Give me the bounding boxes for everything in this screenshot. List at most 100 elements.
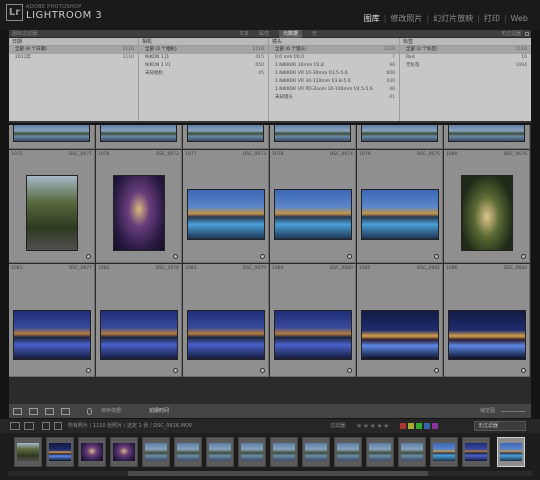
metadata-row[interactable]: 全部 (8 个日期) 1110 — [9, 46, 138, 54]
filter-option-text[interactable]: 文本 — [239, 30, 249, 38]
photo-thumbnail[interactable] — [100, 125, 177, 142]
grid-cell[interactable] — [270, 125, 356, 149]
grid-cell[interactable]: 1081 DSC_0677 — [9, 264, 95, 377]
grid-cell[interactable]: 1085 DSC_0681 — [357, 264, 443, 377]
photo-thumbnail[interactable] — [274, 189, 352, 240]
photo-thumbnail[interactable] — [100, 310, 178, 360]
grid-cell[interactable]: 1084 DSC_0680 — [270, 264, 356, 377]
photo-thumbnail[interactable] — [361, 310, 439, 360]
grid-cell[interactable]: 1086 DSC_0682 — [444, 264, 530, 377]
photo-thumbnail[interactable] — [274, 125, 351, 142]
metadata-row[interactable]: NIKON 1 J1 415 — [139, 54, 268, 62]
grid-cell[interactable]: 1076 DSC_0672 — [96, 150, 182, 263]
color-label-green-icon[interactable] — [416, 423, 422, 429]
metadata-row[interactable]: 未知相机 45 — [139, 70, 268, 78]
forward-arrow-icon[interactable] — [54, 422, 62, 430]
metadata-badge-icon[interactable] — [86, 368, 91, 373]
filter-dropdown[interactable]: 无过滤器 — [474, 421, 526, 431]
filmstrip-thumbnail[interactable] — [270, 437, 298, 467]
metadata-row[interactable]: 1 NIKKOR VR 30-110mm f/3.8-5.6 430 — [269, 78, 399, 86]
filter-option-none[interactable]: 无 — [312, 30, 317, 38]
module-library[interactable]: 图库 — [364, 13, 380, 24]
metadata-row[interactable]: 全部 (6 个镜头) 1110 — [269, 46, 399, 54]
painter-icon[interactable] — [87, 408, 92, 415]
grid-cell[interactable]: 1080 DSC_0676 — [444, 150, 530, 263]
filmstrip-thumbnail[interactable] — [302, 437, 330, 467]
metadata-badge-icon[interactable] — [347, 368, 352, 373]
compare-view-icon[interactable] — [45, 408, 54, 415]
grid-cell[interactable] — [444, 125, 530, 149]
display-1-icon[interactable] — [10, 422, 20, 430]
metadata-badge-icon[interactable] — [521, 254, 526, 259]
photo-thumbnail[interactable] — [26, 175, 78, 251]
column-header[interactable]: 日期 — [9, 38, 138, 46]
photo-thumbnail[interactable] — [187, 310, 265, 360]
filmstrip-thumbnail-selected[interactable] — [497, 437, 525, 467]
grid-cell[interactable]: 1078 DSC_0674 — [270, 150, 356, 263]
filmstrip-scrollbar[interactable] — [8, 471, 532, 476]
grid-cell[interactable] — [357, 125, 443, 149]
grid-cell[interactable] — [9, 125, 95, 149]
filmstrip-thumbnail[interactable] — [174, 437, 202, 467]
filmstrip-source-path[interactable]: 所有照片 / 1110 张照片 / 选定 1 张 / DSC_0616.MOV — [68, 419, 192, 433]
metadata-badge-icon[interactable] — [260, 368, 265, 373]
module-print[interactable]: 打印 — [484, 13, 500, 24]
module-web[interactable]: Web — [511, 14, 528, 23]
filmstrip-thumbnail[interactable] — [142, 437, 170, 467]
filmstrip-thumbnail[interactable] — [366, 437, 394, 467]
loupe-view-icon[interactable] — [29, 408, 38, 415]
filter-preset[interactable]: 无过滤器 — [501, 30, 521, 38]
photo-thumbnail[interactable] — [187, 125, 264, 142]
photo-thumbnail[interactable] — [448, 125, 525, 142]
photo-thumbnail[interactable] — [448, 310, 526, 360]
filmstrip-thumbnail[interactable] — [206, 437, 234, 467]
sort-dropdown[interactable]: 拍摄时间 — [149, 408, 169, 415]
color-label-purple-icon[interactable] — [432, 423, 438, 429]
survey-view-icon[interactable] — [61, 408, 70, 415]
metadata-badge-icon[interactable] — [434, 254, 439, 259]
module-develop[interactable]: 修改照片 — [390, 13, 422, 24]
metadata-badge-icon[interactable] — [173, 368, 178, 373]
metadata-row[interactable]: 无标签 1094 — [400, 62, 531, 70]
filmstrip-thumbnail[interactable] — [398, 437, 426, 467]
metadata-badge-icon[interactable] — [260, 254, 265, 259]
metadata-badge-icon[interactable] — [173, 254, 178, 259]
metadata-badge-icon[interactable] — [347, 254, 352, 259]
metadata-badge-icon[interactable] — [434, 368, 439, 373]
color-label-yellow-icon[interactable] — [408, 423, 414, 429]
photo-thumbnail[interactable] — [113, 175, 165, 251]
column-header[interactable]: 相机 — [139, 38, 268, 46]
photo-thumbnail[interactable] — [13, 125, 90, 142]
grid-cell[interactable]: 1079 DSC_0675 — [357, 150, 443, 263]
photo-thumbnail[interactable] — [13, 310, 91, 360]
photo-thumbnail[interactable] — [274, 310, 352, 360]
metadata-row[interactable]: NIKON 1 V1 650 — [139, 62, 268, 70]
grid-cell[interactable] — [96, 125, 182, 149]
metadata-row[interactable]: 未知镜头 41 — [269, 94, 399, 102]
filmstrip-thumbnail[interactable] — [334, 437, 362, 467]
grid-view-icon[interactable] — [13, 408, 22, 415]
grid-cell[interactable] — [183, 125, 269, 149]
photo-thumbnail[interactable] — [361, 125, 438, 142]
grid-cell[interactable]: 1075 DSC_0671 — [9, 150, 95, 263]
filmstrip-thumbnail[interactable] — [14, 437, 42, 467]
photo-thumbnail[interactable] — [461, 175, 513, 251]
display-2-icon[interactable] — [24, 422, 34, 430]
filter-option-metadata[interactable]: 元数据 — [279, 30, 303, 38]
metadata-row[interactable]: 1 NIKKOR 10mm f/2.8 98 — [269, 62, 399, 70]
back-arrow-icon[interactable] — [42, 422, 50, 430]
lock-icon[interactable] — [525, 32, 529, 36]
metadata-row[interactable]: 0.0 mm f/0.0 7 — [269, 54, 399, 62]
photo-thumbnail[interactable] — [361, 189, 439, 240]
column-header[interactable]: 镜头 — [269, 38, 399, 46]
module-slideshow[interactable]: 幻灯片放映 — [433, 13, 473, 24]
filmstrip-thumbnail[interactable] — [110, 437, 138, 467]
filmstrip-thumbnail[interactable] — [430, 437, 458, 467]
metadata-row[interactable]: Red 16 — [400, 54, 531, 62]
scrollbar-thumb[interactable] — [128, 471, 428, 476]
color-label-blue-icon[interactable] — [424, 423, 430, 429]
grid-cell[interactable]: 1082 DSC_0678 — [96, 264, 182, 377]
metadata-badge-icon[interactable] — [521, 368, 526, 373]
filmstrip-thumbnail[interactable] — [46, 437, 74, 467]
filmstrip-thumbnail[interactable] — [238, 437, 266, 467]
